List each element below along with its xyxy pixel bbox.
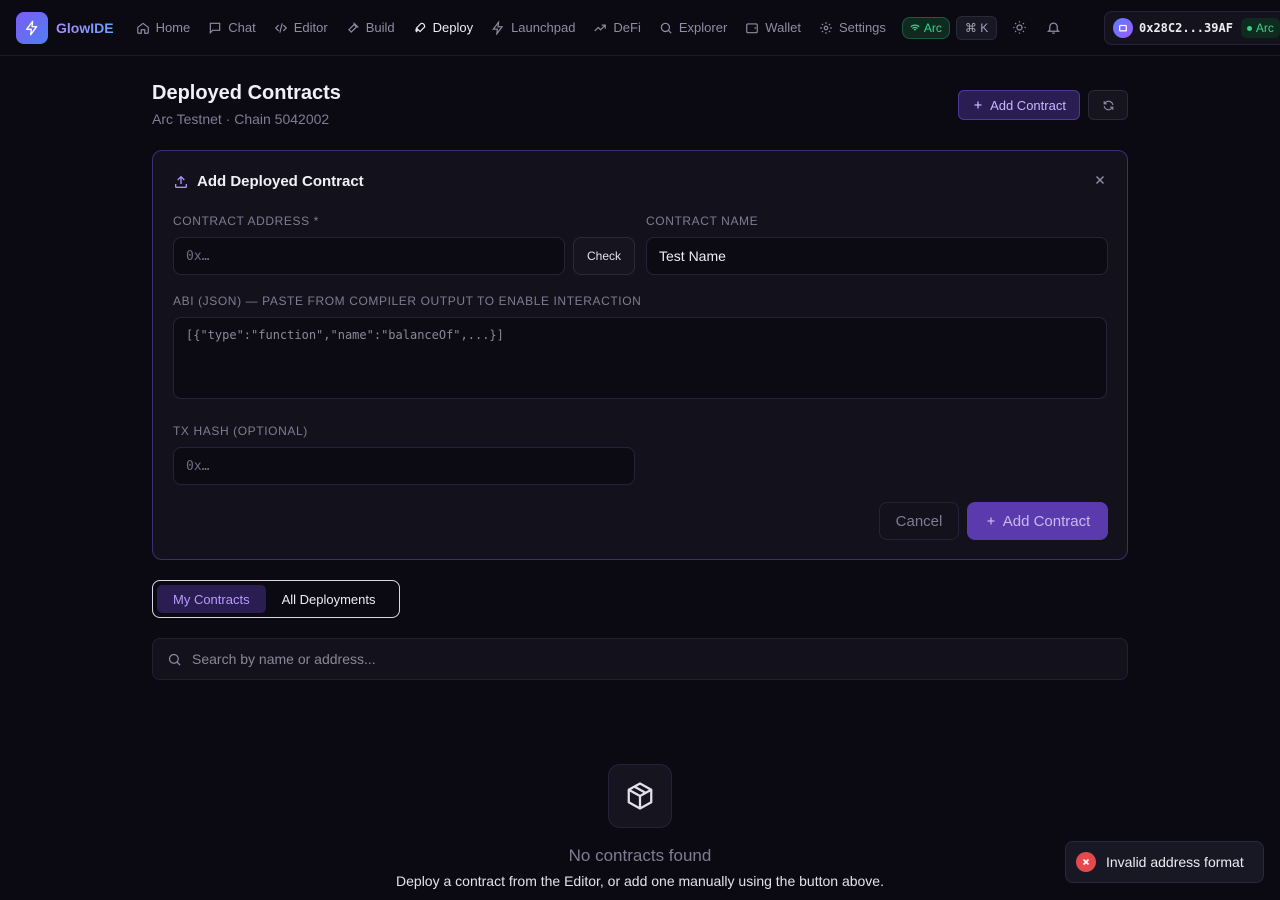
nav-item-editor[interactable]: Editor	[266, 14, 336, 41]
bell-icon	[1046, 22, 1060, 34]
check-button[interactable]: Check	[573, 237, 635, 275]
nav-item-build[interactable]: Build	[338, 14, 403, 41]
hammer-icon	[347, 21, 359, 33]
error-toast[interactable]: Invalid address format	[1065, 841, 1264, 883]
page-title: Deployed Contracts	[152, 82, 341, 104]
code-icon	[274, 22, 287, 33]
error-icon	[1076, 852, 1096, 872]
logo-icon[interactable]	[16, 11, 48, 44]
form-title-text: Add Deployed Contract	[197, 173, 364, 190]
contract-address-input[interactable]	[186, 248, 552, 264]
cancel-button[interactable]: Cancel	[879, 502, 959, 540]
tab-all-deployments[interactable]: All Deployments	[266, 585, 392, 613]
refresh-icon	[1103, 100, 1113, 110]
main-nav: Home Chat Editor Build Deploy Launchpad …	[128, 14, 1066, 41]
status-dot	[1246, 25, 1252, 31]
close-icon	[1095, 175, 1105, 185]
abi-field[interactable]	[173, 317, 1107, 399]
search-icon	[660, 22, 672, 34]
wallet-avatar-icon	[1113, 18, 1133, 38]
nav-item-chat[interactable]: Chat	[200, 14, 263, 41]
tx-hash-label: Tx Hash (optional)	[173, 424, 308, 438]
search-icon	[168, 653, 181, 666]
nav-label: Explorer	[678, 20, 728, 35]
home-icon	[136, 22, 149, 34]
upload-icon	[175, 175, 187, 188]
nav-item-launchpad[interactable]: Launchpad	[483, 14, 583, 41]
plus-icon	[987, 517, 995, 525]
nav-label: Wallet	[765, 20, 801, 35]
rocket-icon	[414, 22, 425, 32]
close-form-button[interactable]	[1093, 173, 1107, 190]
nav-item-wallet[interactable]: Wallet	[737, 14, 809, 41]
submit-add-contract-button[interactable]: Add Contract	[967, 502, 1108, 540]
add-contract-form: Add Deployed Contract Contract Address *…	[152, 150, 1128, 560]
abi-textarea[interactable]	[186, 328, 1094, 388]
add-contract-button[interactable]: Add Contract	[958, 90, 1080, 120]
wallet-network-label: Arc	[1255, 21, 1274, 35]
plus-icon	[974, 101, 982, 109]
nav-label: Editor	[293, 20, 328, 35]
wallet-button[interactable]: 0x28C2...39AF Arc	[1104, 11, 1280, 45]
nav-label: Build	[365, 20, 395, 35]
nav-label: Chat	[228, 20, 256, 35]
tx-hash-input[interactable]	[186, 458, 622, 474]
contract-address-field[interactable]	[173, 237, 565, 275]
nav-item-deploy[interactable]: Deploy	[405, 14, 481, 41]
tx-hash-field[interactable]	[173, 447, 635, 485]
wallet-address: 0x28C2...39AF	[1139, 21, 1233, 35]
contract-address-label: Contract Address *	[173, 214, 319, 228]
wifi-icon	[910, 24, 920, 31]
theme-toggle-button[interactable]	[1007, 16, 1031, 40]
wallet-icon	[746, 22, 759, 33]
contracts-tabs: My Contracts All Deployments	[152, 580, 400, 618]
gear-icon	[820, 21, 832, 34]
top-navbar: GlowIDE Home Chat Editor Build Deploy La…	[0, 0, 1280, 56]
form-title: Add Deployed Contract	[173, 173, 364, 190]
abi-label: ABI (JSON) — paste from compiler output …	[173, 294, 642, 308]
notifications-button[interactable]	[1041, 16, 1065, 40]
nav-item-settings[interactable]: Settings	[811, 14, 894, 41]
nav-label: Settings	[838, 20, 886, 35]
nav-item-defi[interactable]: DeFi	[585, 14, 648, 41]
contract-name-label: Contract Name	[646, 214, 759, 228]
contract-name-input[interactable]	[659, 248, 1095, 264]
submit-label: Add Contract	[1002, 512, 1091, 530]
nav-label: Home	[155, 20, 191, 35]
page-subtitle: Arc Testnet · Chain 5042002	[152, 111, 330, 127]
trend-icon	[594, 24, 607, 31]
package-icon	[608, 764, 672, 828]
network-chip-label: Arc	[923, 20, 942, 35]
chat-icon	[210, 22, 221, 34]
search-input[interactable]	[192, 651, 1127, 667]
command-palette-button[interactable]: ⌘ K	[955, 15, 998, 40]
bolt-icon	[492, 20, 504, 35]
add-contract-label: Add Contract	[990, 97, 1066, 113]
nav-item-explorer[interactable]: Explorer	[651, 14, 735, 41]
app-name[interactable]: GlowIDE	[56, 20, 114, 36]
contract-name-field[interactable]	[646, 237, 1108, 275]
network-chip[interactable]: Arc	[901, 16, 950, 39]
wallet-network-badge: Arc	[1240, 18, 1280, 38]
sun-icon	[1013, 21, 1026, 34]
refresh-button[interactable]	[1088, 90, 1128, 120]
tab-my-contracts[interactable]: My Contracts	[157, 585, 266, 613]
nav-label: DeFi	[613, 20, 641, 35]
nav-item-home[interactable]: Home	[128, 14, 199, 41]
toast-message: Invalid address format	[1106, 854, 1244, 870]
nav-label: Deploy	[432, 20, 474, 35]
nav-label: Launchpad	[511, 20, 576, 35]
search-bar[interactable]	[152, 638, 1128, 680]
